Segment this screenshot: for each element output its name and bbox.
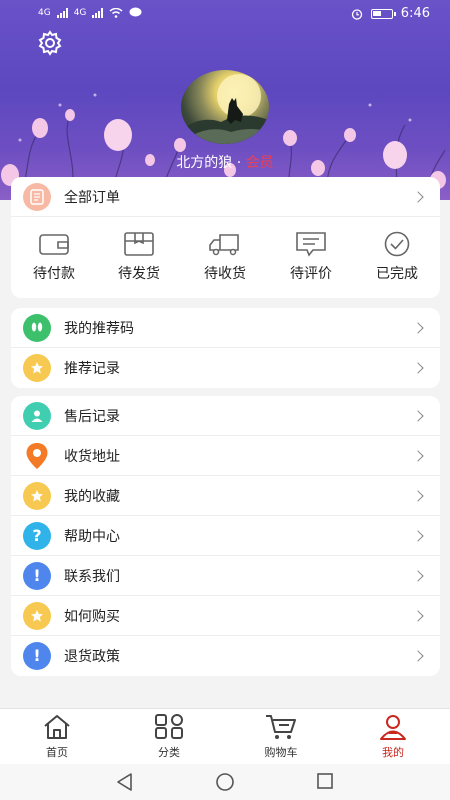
chevron-right-icon (412, 609, 424, 622)
chevron-right-icon (412, 409, 424, 422)
network-label-2: 4G (73, 7, 87, 18)
user-icon (23, 401, 51, 430)
order-status-label: 已完成 (376, 266, 418, 282)
member-badge: 会员 (245, 155, 274, 171)
row-label: 收货地址 (64, 448, 120, 465)
tab-mine[interactable]: 我的 (353, 714, 433, 760)
row-label: 推荐记录 (64, 361, 120, 377)
tab-label: 购物车 (264, 746, 298, 759)
tab-home[interactable]: 首页 (17, 714, 97, 760)
order-status-row: 待付款 待发货 待收货 待评价 已完成 (11, 217, 440, 299)
tab-label: 首页 (46, 746, 68, 759)
services-card: 售后记录 收货地址 我的收藏 ? 帮助中心 ! 联系我们 如何购买 ! 退货政策 (11, 396, 440, 676)
order-status-label: 待发货 (118, 266, 160, 282)
home-circle-icon[interactable] (215, 772, 235, 792)
home-icon (44, 715, 70, 739)
chevron-right-icon (412, 529, 424, 542)
contact-us-row[interactable]: ! 联系我们 (11, 556, 440, 596)
recent-apps-square-icon[interactable] (316, 772, 334, 790)
all-orders-row[interactable]: 全部订单 (11, 177, 440, 217)
tab-category[interactable]: 分类 (129, 714, 209, 760)
category-icon (155, 714, 183, 739)
system-navigation-bar (0, 764, 450, 800)
all-orders-label: 全部订单 (64, 189, 120, 206)
wallet-icon (39, 234, 69, 255)
referral-records-row[interactable]: 推荐记录 (11, 348, 440, 388)
chevron-right-icon (412, 650, 424, 662)
back-triangle-icon[interactable] (115, 772, 135, 792)
chevron-right-icon (412, 489, 424, 502)
row-label: 联系我们 (64, 568, 120, 585)
status-bar: 4G 4G 6:46 (0, 0, 450, 28)
location-pin-icon (23, 442, 51, 470)
wifi-icon (109, 7, 123, 18)
tab-label: 我的 (382, 746, 404, 759)
order-status-label: 待评价 (290, 266, 332, 282)
truck-icon (209, 234, 239, 256)
settings-gear-icon[interactable] (37, 30, 63, 56)
row-label: 售后记录 (64, 408, 120, 425)
my-referral-code-row[interactable]: 我的推荐码 (11, 308, 440, 348)
avatar[interactable] (181, 70, 269, 144)
row-label: 退货政策 (64, 649, 120, 665)
order-status-pending-shipment[interactable]: 待发货 (99, 231, 179, 283)
comment-icon (296, 232, 326, 257)
name-separator: · (232, 155, 246, 171)
exclamation-icon: ! (23, 561, 51, 590)
chevron-right-icon (412, 190, 424, 203)
help-center-row[interactable]: ? 帮助中心 (11, 516, 440, 556)
signal-icon (56, 7, 68, 18)
package-icon (124, 232, 154, 256)
chevron-right-icon (412, 362, 424, 374)
return-policy-row[interactable]: ! 退货政策 (11, 636, 440, 676)
tab-cart[interactable]: 购物车 (241, 714, 321, 760)
after-sales-records-row[interactable]: 售后记录 (11, 396, 440, 436)
orders-card: 全部订单 待付款 待发货 待收货 待评价 已完成 (11, 177, 440, 298)
alarm-icon (351, 8, 362, 20)
profile-icon (380, 715, 406, 740)
star-icon (23, 601, 51, 630)
bottom-tab-bar: 首页 分类 购物车 我的 (0, 708, 450, 764)
signal-icon (92, 7, 104, 18)
order-status-label: 待收货 (204, 266, 246, 282)
battery-icon (370, 8, 396, 19)
footprint-icon (23, 313, 51, 342)
my-favorites-row[interactable]: 我的收藏 (11, 476, 440, 516)
order-status-completed[interactable]: 已完成 (357, 231, 437, 283)
message-icon (129, 7, 142, 17)
row-label: 如何购买 (64, 608, 120, 625)
chevron-right-icon (412, 569, 424, 582)
order-list-icon (23, 182, 51, 211)
order-status-pending-receipt[interactable]: 待收货 (185, 231, 265, 283)
tab-label: 分类 (158, 746, 180, 759)
cart-icon (266, 715, 296, 739)
network-label-1: 4G (38, 7, 51, 18)
row-label: 帮助中心 (64, 528, 120, 545)
star-icon (23, 354, 51, 382)
order-status-label: 待付款 (33, 266, 75, 282)
order-status-pending-review[interactable]: 待评价 (271, 231, 351, 283)
profile-header: 4G 4G 6:46 北方的狼 · 会员 (0, 0, 450, 200)
wolf-moon-avatar-image (181, 74, 269, 144)
username-text: 北方的狼 (176, 155, 233, 171)
row-label: 我的推荐码 (64, 320, 134, 337)
referral-card: 我的推荐码 推荐记录 (11, 308, 440, 388)
shipping-address-row[interactable]: 收货地址 (11, 436, 440, 476)
row-label: 我的收藏 (64, 488, 120, 505)
question-icon: ? (23, 521, 51, 550)
chevron-right-icon (412, 449, 424, 462)
chevron-right-icon (412, 321, 424, 334)
order-status-pending-payment[interactable]: 待付款 (14, 231, 94, 283)
star-icon (23, 481, 51, 510)
exclamation-icon: ! (23, 642, 51, 670)
status-time: 6:46 (400, 6, 430, 21)
check-circle-icon (384, 231, 410, 257)
profile-name: 北方的狼 · 会员 (0, 152, 450, 172)
how-to-buy-row[interactable]: 如何购买 (11, 596, 440, 636)
